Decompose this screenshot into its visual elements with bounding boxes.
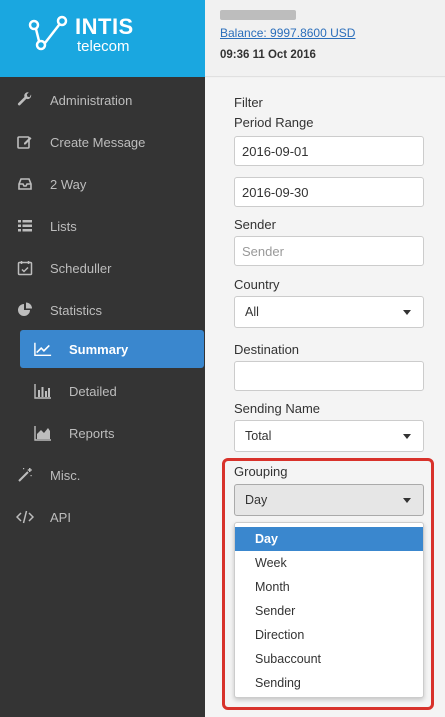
country-select-value: All [245, 305, 259, 319]
current-datetime: 09:36 11 Oct 2016 [220, 49, 316, 61]
code-icon [16, 508, 34, 526]
balance-link[interactable]: Balance: 9997.8600 USD [220, 26, 355, 40]
sidebar-item-label: Lists [50, 218, 77, 234]
grouping-option-sending[interactable]: Sending [235, 671, 423, 695]
sidebar-item-scheduller[interactable]: Scheduller [0, 253, 205, 283]
sidebar-item-label: Create Message [50, 134, 146, 150]
inbox-icon [16, 175, 34, 193]
calendar-check-icon [16, 259, 34, 277]
grouping-option-week[interactable]: Week [235, 551, 423, 575]
grouping-select-value: Day [245, 493, 268, 507]
brand-sub: telecom [77, 38, 130, 55]
sidebar-item-lists[interactable]: Lists [0, 211, 205, 241]
sending-name-label: Sending Name [234, 401, 320, 416]
sidebar-item-statistics[interactable]: Statistics [0, 295, 205, 325]
sidebar-item-label: Scheduller [50, 260, 112, 276]
sidebar-item-reports[interactable]: Reports [0, 418, 205, 448]
sidebar-item-administration[interactable]: Administration [0, 85, 205, 115]
sidebar-item-label: Reports [69, 425, 115, 441]
logo[interactable]: INTIS telecom [0, 0, 205, 77]
magic-wand-icon [16, 466, 34, 484]
destination-input[interactable] [234, 361, 424, 391]
sidebar-item-2-way[interactable]: 2 Way [0, 169, 205, 199]
country-select[interactable]: All [234, 296, 424, 328]
sidebar-item-label: Summary [69, 341, 129, 357]
sidebar-item-label: Misc. [50, 467, 81, 483]
caret-down-icon [403, 310, 411, 315]
sidebar-item-label: 2 Way [50, 176, 87, 192]
sidebar-item-api[interactable]: API [0, 502, 205, 532]
filter-title: Filter [234, 95, 263, 110]
user-name-redacted [220, 10, 296, 20]
date-from-field[interactable] [234, 136, 424, 166]
sidebar-item-detailed[interactable]: Detailed [0, 376, 205, 406]
grouping-option-month[interactable]: Month [235, 575, 423, 599]
edit-icon [16, 133, 34, 151]
sidebar-item-create-message[interactable]: Create Message [0, 127, 205, 157]
line-chart-icon [34, 340, 52, 358]
country-label: Country [234, 277, 280, 292]
grouping-label: Grouping [234, 464, 288, 479]
sending-name-select-value: Total [245, 429, 272, 443]
grouping-option-day[interactable]: Day [235, 527, 423, 551]
network-logo-icon [28, 15, 68, 51]
caret-down-icon [403, 498, 411, 503]
sender-input[interactable] [234, 236, 424, 266]
grouping-dropdown-list: Day Week Month Sender Direction Subaccou… [234, 522, 424, 698]
bar-chart-icon [34, 382, 52, 400]
area-chart-icon [34, 424, 52, 442]
sender-label: Sender [234, 217, 276, 232]
date-to-field[interactable] [234, 177, 424, 207]
grouping-select[interactable]: Day [234, 484, 424, 516]
grouping-option-direction[interactable]: Direction [235, 623, 423, 647]
grouping-option-sender[interactable]: Sender [235, 599, 423, 623]
sidebar-item-label: Administration [50, 92, 133, 108]
period-range-label: Period Range [234, 115, 314, 130]
sending-name-select[interactable]: Total [234, 420, 424, 452]
sidebar-item-label: Detailed [69, 383, 117, 399]
caret-down-icon [403, 434, 411, 439]
sidebar-item-label: Statistics [50, 302, 103, 318]
sidebar-item-misc[interactable]: Misc. [0, 460, 205, 490]
destination-label: Destination [234, 342, 300, 357]
sidebar-item-label: API [50, 509, 71, 525]
brand-name: INTIS [75, 14, 134, 39]
pie-chart-icon [16, 301, 34, 319]
sidebar-item-summary[interactable]: Summary [20, 330, 204, 368]
grouping-option-subaccount[interactable]: Subaccount [235, 647, 423, 671]
wrench-icon [16, 91, 34, 109]
list-icon [16, 217, 34, 235]
